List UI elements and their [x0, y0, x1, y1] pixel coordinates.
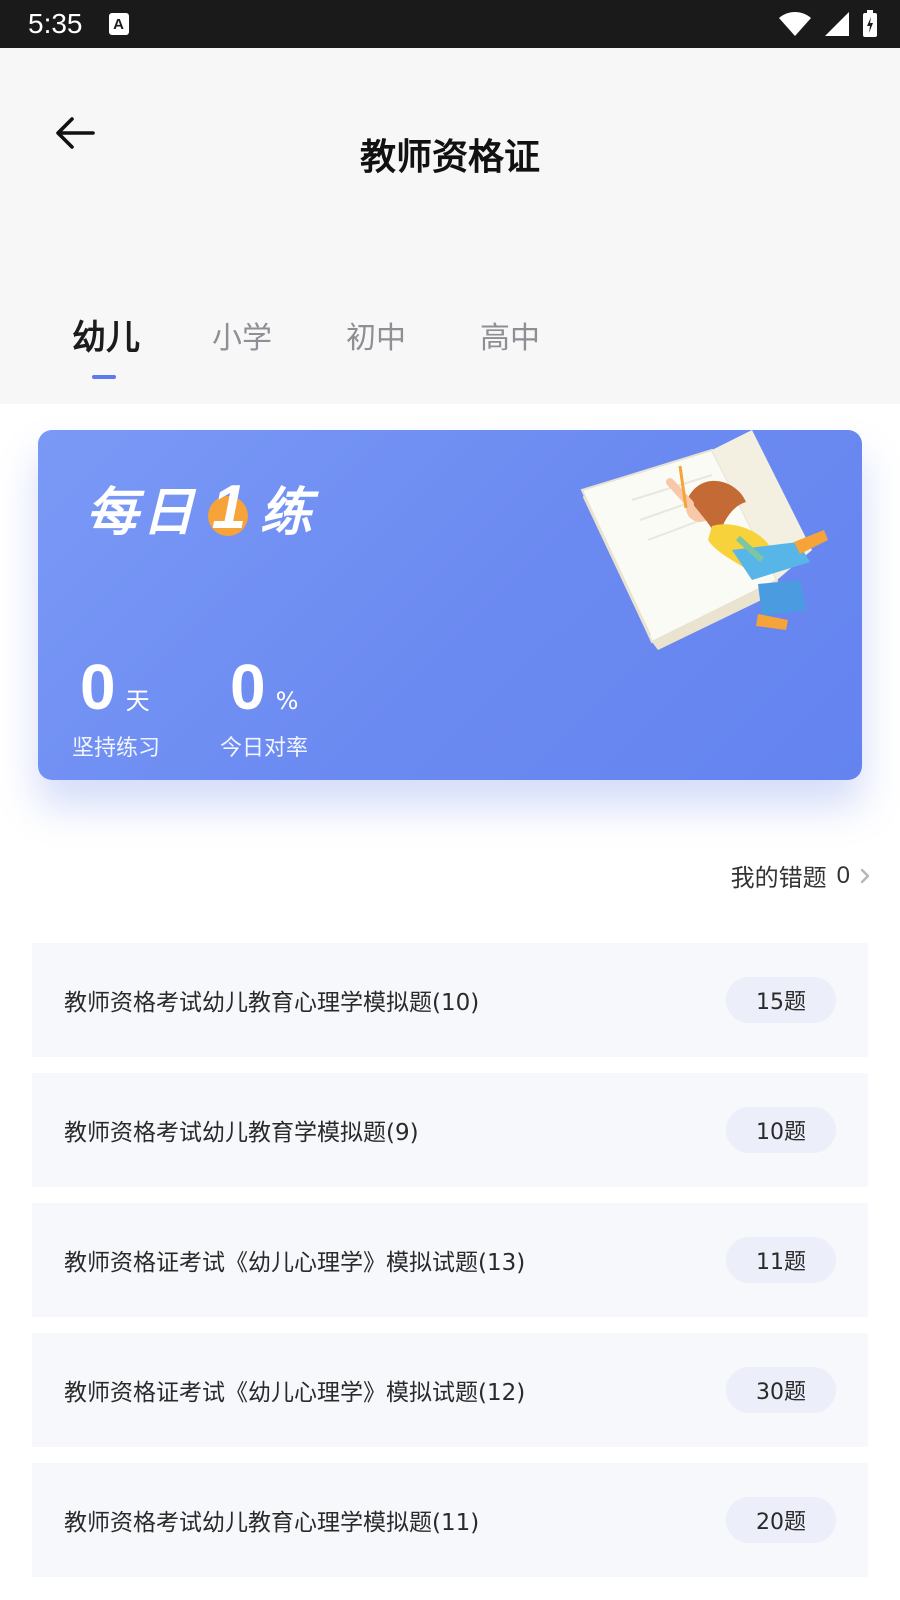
notification-icon: A	[108, 13, 129, 35]
stat-practice-days: 0天 坚持练习	[72, 652, 160, 762]
reading-girl-illustration	[580, 430, 828, 650]
question-set-item[interactable]: 教师资格考试幼儿教育心理学模拟题(10) 15题	[32, 943, 868, 1057]
question-set-title: 教师资格证考试《幼儿心理学》模拟试题(12)	[64, 1380, 526, 1406]
question-set-title: 教师资格考试幼儿教育心理学模拟题(10)	[64, 990, 480, 1016]
question-count-badge: 11题	[726, 1237, 836, 1283]
status-time: 5:35	[28, 8, 83, 39]
question-count-badge: 15题	[726, 977, 836, 1023]
tab-kindergarten[interactable]: 幼儿	[72, 310, 140, 359]
correct-rate-unit: %	[275, 687, 299, 715]
header: 教师资格证 幼儿 小学 初中 高中	[0, 48, 900, 404]
wrong-questions-label: 我的错题	[730, 864, 827, 892]
question-set-item[interactable]: 教师资格证考试《幼儿心理学》模拟试题(13) 11题	[32, 1203, 868, 1317]
wifi-icon	[779, 12, 811, 36]
daily-practice-card[interactable]: 每日 1 练 0天 坚持练习 0% 今日对率	[38, 430, 862, 780]
correct-rate-label: 今日对率	[220, 736, 309, 761]
battery-icon	[863, 10, 877, 37]
status-bar: 5:35 A	[0, 0, 900, 48]
question-set-item[interactable]: 教师资格证考试《幼儿心理学》模拟试题(12) 30题	[32, 1333, 868, 1447]
daily-title-number: 1	[206, 473, 252, 542]
question-count-badge: 20题	[726, 1497, 836, 1543]
stat-correct-rate: 0% 今日对率	[220, 652, 308, 762]
tab-high[interactable]: 高中	[480, 313, 540, 357]
practice-days-unit: 天	[125, 687, 150, 715]
correct-rate-value: 0	[230, 651, 266, 723]
practice-days-label: 坚持练习	[72, 736, 161, 761]
level-tabs: 幼儿 小学 初中 高中	[0, 313, 900, 403]
question-set-title: 教师资格证考试《幼儿心理学》模拟试题(13)	[64, 1250, 526, 1276]
question-set-item[interactable]: 教师资格考试幼儿教育学模拟题(9) 10题	[32, 1073, 868, 1187]
daily-title-part2: 练	[260, 482, 317, 543]
question-set-list: 教师资格考试幼儿教育心理学模拟题(10) 15题 教师资格考试幼儿教育学模拟题(…	[32, 943, 868, 1593]
signal-icon	[825, 12, 849, 36]
active-tab-indicator	[92, 375, 116, 379]
status-left: 5:35 A	[28, 8, 129, 40]
page-title: 教师资格证	[359, 137, 540, 178]
wrong-questions-count: 0	[836, 861, 850, 889]
wrong-questions-link[interactable]: 我的错题 0	[731, 858, 870, 893]
daily-title-part1: 每日	[86, 482, 199, 543]
question-count-badge: 10题	[726, 1107, 836, 1153]
tab-primary[interactable]: 小学	[212, 313, 272, 357]
status-right	[778, 10, 878, 38]
question-set-title: 教师资格考试幼儿教育学模拟题(9)	[64, 1120, 419, 1146]
practice-days-value: 0	[80, 651, 116, 723]
question-set-item[interactable]: 教师资格考试幼儿教育心理学模拟题(11) 20题	[32, 1463, 868, 1577]
chevron-right-icon	[860, 868, 870, 883]
daily-practice-title: 每日 1 练	[86, 472, 317, 543]
question-set-title: 教师资格考试幼儿教育心理学模拟题(11)	[64, 1510, 480, 1536]
tab-middle[interactable]: 初中	[346, 313, 406, 357]
question-count-badge: 30题	[726, 1367, 836, 1413]
